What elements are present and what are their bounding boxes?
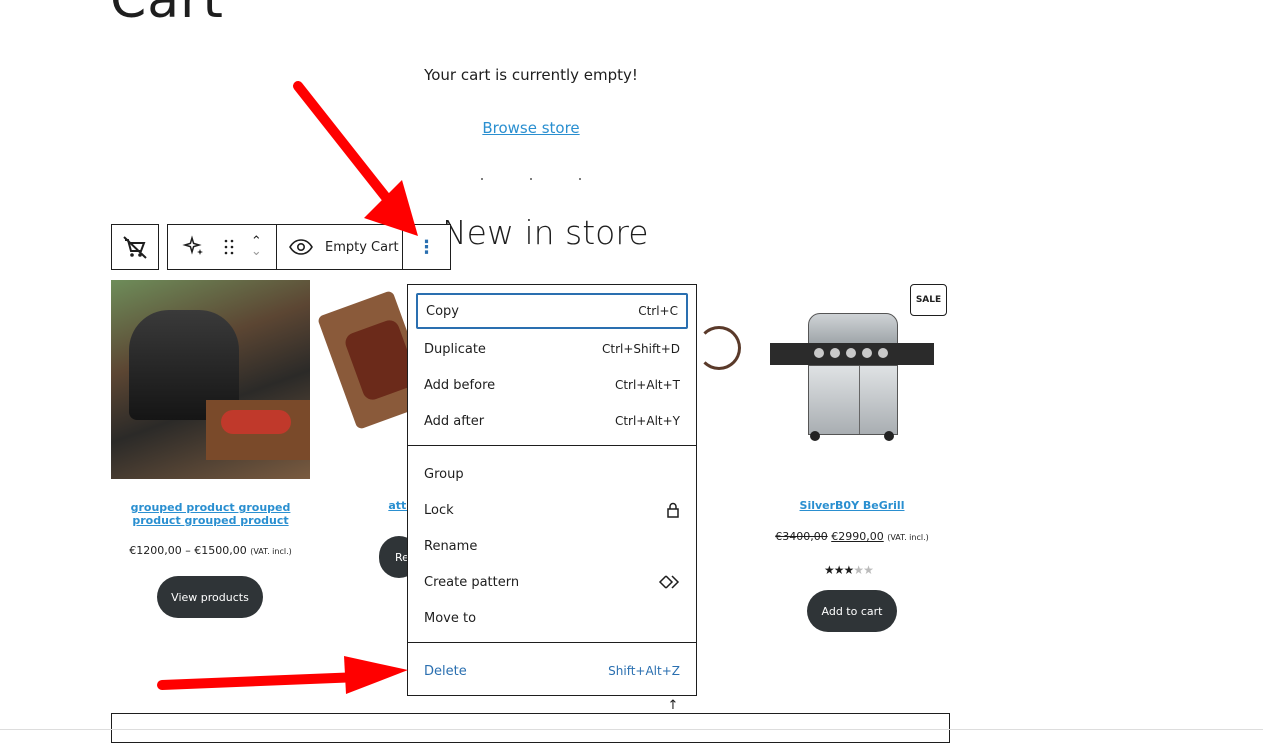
menu-item-label: Add before: [424, 377, 496, 393]
menu-item-label: Move to: [424, 610, 477, 626]
menu-item-label: Lock: [424, 502, 454, 518]
illustration-shape: [697, 326, 741, 370]
page-title: Cart: [110, 0, 224, 30]
arrow-annotation-options: [293, 81, 418, 236]
menu-item-label: Group: [424, 466, 464, 482]
browse-store-link[interactable]: Browse store: [482, 119, 579, 137]
menu-item-create-pattern[interactable]: Create pattern: [416, 564, 688, 600]
sparkles-icon[interactable]: [182, 235, 206, 259]
product-title-link[interactable]: SilverB0Y BeGrill: [770, 499, 934, 512]
star-empty-icon: ★: [863, 563, 874, 577]
empty-cart-icon: [123, 236, 147, 259]
options-button[interactable]: ⋮: [403, 225, 450, 269]
sale-price: €2990,00: [831, 530, 884, 543]
section-title: New in store: [442, 213, 649, 252]
menu-separator: [408, 642, 696, 643]
star-empty-icon: ★: [853, 563, 864, 577]
add-to-cart-button[interactable]: Add to cart: [807, 590, 897, 632]
menu-item-add-before[interactable]: Add before Ctrl+Alt+T: [416, 367, 688, 403]
separator-dot: [579, 178, 581, 180]
menu-item-label: Create pattern: [424, 574, 520, 590]
menu-item-shortcut: Ctrl+Shift+D: [602, 342, 680, 356]
tax-label: (VAT. incl.): [250, 547, 292, 556]
menu-item-copy[interactable]: Copy Ctrl+C: [416, 293, 688, 329]
block-label: Empty Cart: [325, 239, 399, 255]
menu-item-label: Copy: [426, 303, 459, 319]
star-rating: ★★★★★: [824, 563, 874, 577]
bbq-wheel: [884, 431, 894, 441]
product-price: €3400,00 €2990,00 (VAT. incl.): [752, 530, 952, 543]
star-filled-icon: ★: [833, 563, 845, 577]
empty-cart-message: Your cart is currently empty!: [424, 66, 638, 84]
menu-item-add-after[interactable]: Add after Ctrl+Alt+Y: [416, 403, 688, 439]
browse-store-container: Browse store: [0, 119, 1062, 137]
product-title-link[interactable]: grouped product grouped product grouped …: [111, 501, 310, 527]
sale-badge: SALE: [910, 284, 947, 316]
menu-separator: [408, 445, 696, 446]
footer-divider: [0, 729, 1263, 730]
menu-item-label: Rename: [424, 538, 478, 554]
star-filled-icon: ★: [843, 563, 855, 577]
separator-dot: [530, 178, 532, 180]
product-image[interactable]: [770, 313, 934, 441]
drag-handle-icon[interactable]: [223, 238, 235, 256]
menu-item-move-to[interactable]: Move to: [416, 600, 688, 636]
star-filled-icon: ★: [824, 563, 835, 577]
move-down-icon[interactable]: ⌄: [251, 245, 262, 258]
menu-item-rename[interactable]: Rename: [416, 528, 688, 564]
menu-item-label: Add after: [424, 413, 485, 429]
menu-item-lock[interactable]: Lock: [416, 492, 688, 528]
more-vertical-icon: ⋮: [417, 236, 436, 258]
block-mover: ⌃ ⌄: [251, 235, 262, 258]
product-price: €1200,00 – €1500,00 (VAT. incl.): [111, 544, 310, 557]
menu-item-shortcut: Shift+Alt+Z: [608, 664, 680, 678]
bbq-control-panel: [770, 343, 934, 365]
empty-cart-view-button[interactable]: Empty Cart: [277, 225, 403, 269]
menu-item-label: Delete: [424, 663, 467, 679]
view-products-button[interactable]: View products: [157, 576, 263, 618]
block-type-button[interactable]: [111, 224, 159, 270]
menu-item-label: Duplicate: [424, 341, 486, 357]
product-image[interactable]: [111, 280, 310, 479]
block-options-menu: Copy Ctrl+C Duplicate Ctrl+Shift+D Add b…: [407, 284, 697, 696]
tax-label: (VAT. incl.): [887, 533, 929, 542]
menu-item-shortcut: Ctrl+Alt+T: [614, 378, 680, 392]
food-shape: [221, 410, 291, 434]
old-price: €3400,00: [775, 530, 828, 543]
arrow-annotation-delete: [157, 656, 408, 694]
lock-icon: [667, 502, 679, 518]
menu-item-duplicate[interactable]: Duplicate Ctrl+Shift+D: [416, 331, 688, 367]
symbol-icon: [658, 575, 680, 589]
next-block[interactable]: [111, 713, 950, 743]
bbq-wheel: [810, 431, 820, 441]
price-range: €1200,00 – €1500,00: [129, 544, 247, 557]
menu-item-delete[interactable]: Delete Shift+Alt+Z: [416, 653, 688, 689]
menu-item-shortcut: Ctrl+C: [638, 304, 678, 318]
menu-item-shortcut: Ctrl+Alt+Y: [614, 414, 680, 428]
product-image[interactable]: [697, 320, 741, 370]
bbq-cabinet: [808, 365, 898, 435]
block-toolbar: ⌃ ⌄ Empty Cart ⋮: [167, 224, 451, 270]
separator-dot: [481, 178, 483, 180]
bbq-hood: [808, 313, 898, 345]
product-image[interactable]: [316, 280, 434, 450]
toolbar-group-tools: ⌃ ⌄: [168, 225, 277, 269]
menu-item-group[interactable]: Group: [416, 456, 688, 492]
eye-icon: [289, 239, 313, 255]
